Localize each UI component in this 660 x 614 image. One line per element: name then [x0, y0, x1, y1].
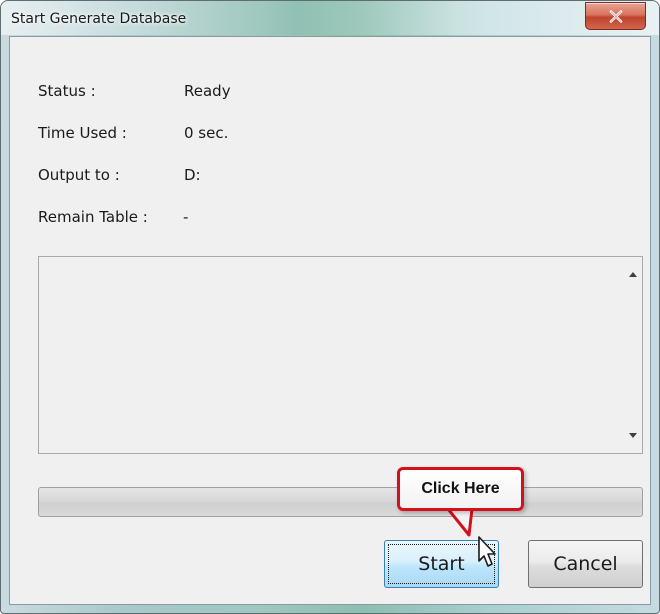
- remain-table-value: -: [183, 208, 189, 226]
- title-bar[interactable]: Start Generate Database: [1, 1, 659, 35]
- dialog-window: Start Generate Database Status : Ready T…: [0, 0, 660, 614]
- close-button[interactable]: [585, 2, 646, 30]
- remain-table-label: Remain Table :: [38, 208, 148, 226]
- cancel-button[interactable]: Cancel: [528, 540, 643, 588]
- hand-pointer-cursor-icon: [478, 536, 496, 567]
- output-to-label: Output to :: [38, 166, 120, 184]
- progress-bar: [38, 487, 643, 517]
- output-to-value: D:: [184, 166, 201, 184]
- cancel-button-label: Cancel: [553, 553, 618, 575]
- dialog-content: Status : Ready Time Used : 0 sec. Output…: [9, 36, 651, 605]
- scroll-down-arrow-icon[interactable]: [629, 433, 637, 438]
- close-icon: [609, 9, 622, 23]
- scroll-up-arrow-icon[interactable]: [629, 272, 637, 277]
- status-value: Ready: [184, 82, 231, 100]
- click-here-callout: Click Here: [397, 467, 524, 511]
- callout-pointer: [447, 508, 474, 537]
- status-label: Status :: [38, 82, 96, 100]
- callout-text: Click Here: [421, 480, 500, 497]
- start-button-label: Start: [418, 553, 465, 575]
- log-scrollbar[interactable]: [624, 257, 642, 453]
- log-textarea[interactable]: [38, 256, 643, 454]
- time-used-value: 0 sec.: [184, 124, 229, 142]
- time-used-label: Time Used :: [38, 124, 127, 142]
- window-title: Start Generate Database: [11, 11, 187, 27]
